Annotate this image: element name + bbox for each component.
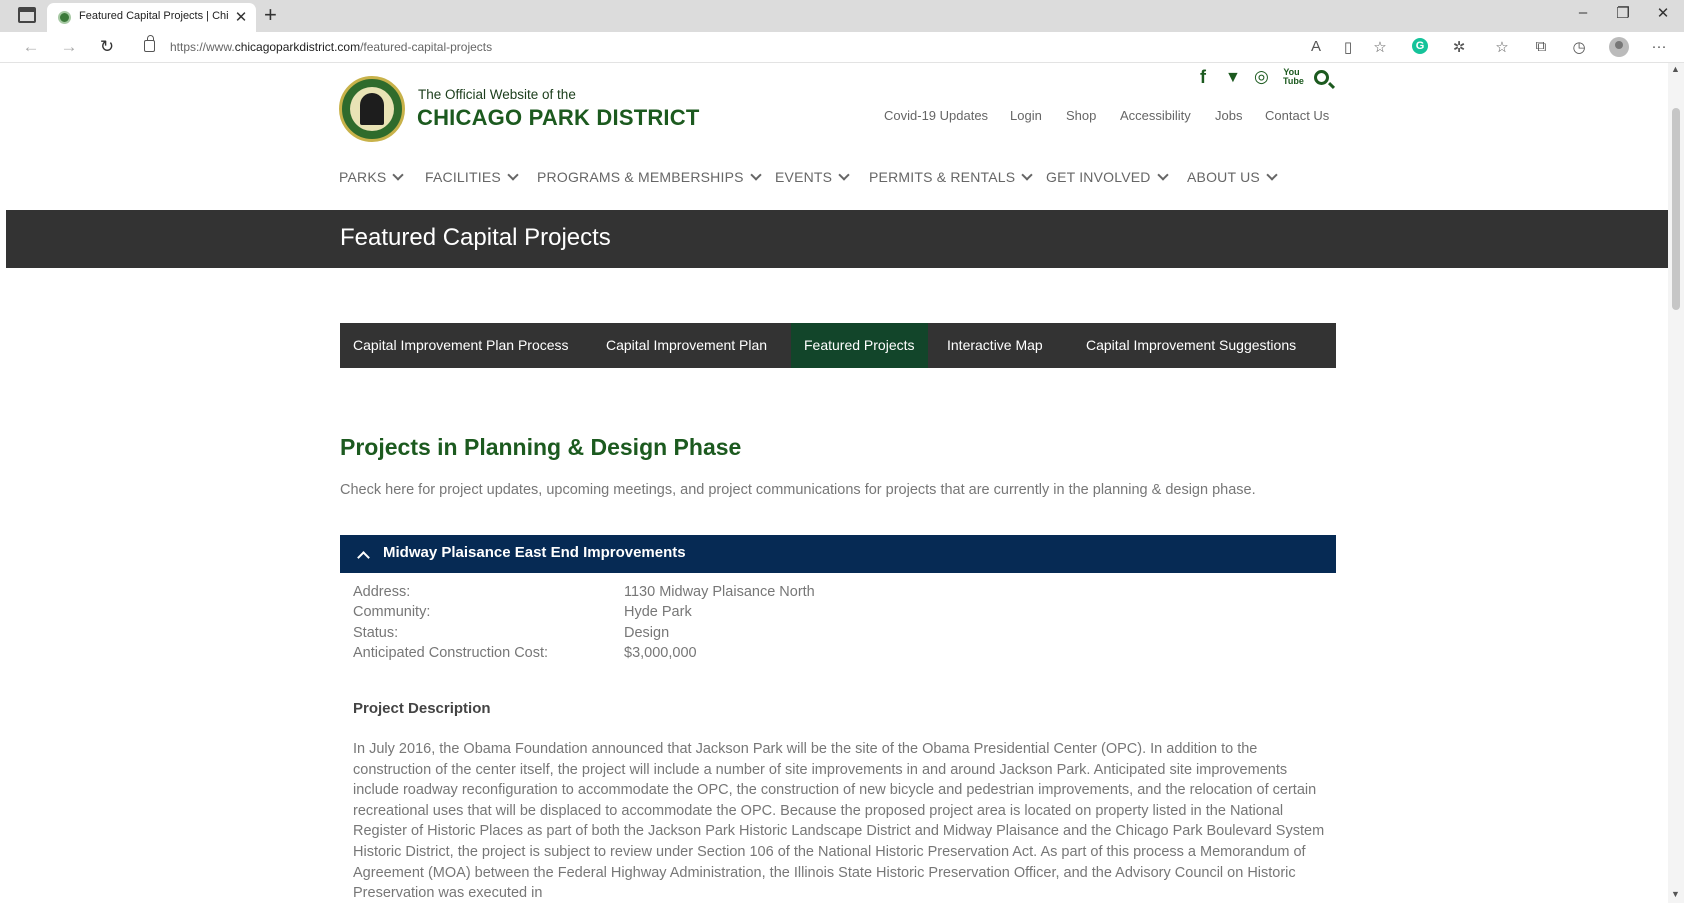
address-label: Address: bbox=[353, 584, 411, 600]
status-value: Design bbox=[624, 625, 670, 641]
project-description-heading: Project Description bbox=[353, 700, 491, 717]
new-tab-button[interactable]: + bbox=[264, 2, 277, 28]
nav-label: PARKS bbox=[339, 169, 387, 185]
link-login[interactable]: Login bbox=[1010, 108, 1042, 123]
nav-about-us[interactable]: ABOUT US bbox=[1187, 169, 1278, 185]
site-subtitle: The Official Website of the bbox=[418, 87, 576, 102]
subnav-cip-process[interactable]: Capital Improvement Plan Process bbox=[340, 323, 582, 368]
forward-icon[interactable]: → bbox=[58, 37, 80, 57]
chicago-park-district-logo[interactable] bbox=[339, 76, 405, 142]
subnav-cip-suggestions[interactable]: Capital Improvement Suggestions bbox=[1073, 323, 1309, 368]
refresh-icon[interactable]: ↻ bbox=[96, 37, 118, 57]
subnav-interactive-map[interactable]: Interactive Map bbox=[934, 323, 1056, 368]
instagram-icon[interactable]: ◎ bbox=[1254, 67, 1269, 87]
facebook-icon[interactable]: f bbox=[1200, 67, 1206, 88]
tab-actions-icon[interactable] bbox=[18, 7, 36, 23]
nav-label: GET INVOLVED bbox=[1046, 169, 1151, 185]
nav-label: ABOUT US bbox=[1187, 169, 1260, 185]
back-icon[interactable]: ← bbox=[20, 37, 42, 57]
project-description: In July 2016, the Obama Foundation annou… bbox=[353, 741, 1325, 902]
nav-get-involved[interactable]: GET INVOLVED bbox=[1046, 169, 1169, 185]
nav-label: PROGRAMS & MEMBERSHIPS bbox=[537, 169, 744, 185]
twitter-icon[interactable]: ▼ bbox=[1225, 69, 1241, 87]
link-jobs[interactable]: Jobs bbox=[1215, 108, 1242, 123]
cost-value: $3,000,000 bbox=[624, 645, 697, 661]
community-value: Hyde Park bbox=[624, 604, 692, 620]
grammarly-icon[interactable]: G bbox=[1412, 38, 1428, 54]
subnav-featured-projects[interactable]: Featured Projects bbox=[791, 323, 928, 368]
address-value: 1130 Midway Plaisance North bbox=[624, 584, 815, 600]
browser-toolbar: ← → ↻ https://www.chicagoparkdistrict.co… bbox=[0, 32, 1684, 63]
capital-projects-subnav: Capital Improvement Plan Process Capital… bbox=[340, 323, 1336, 368]
chevron-down-icon bbox=[1266, 169, 1278, 181]
collections-icon[interactable]: ⧉ bbox=[1530, 38, 1552, 55]
close-window-button[interactable]: ✕ bbox=[1651, 4, 1675, 22]
nav-parks[interactable]: PARKS bbox=[339, 169, 405, 185]
tab-title: Featured Capital Projects | Chicago Park… bbox=[79, 10, 229, 22]
link-contact-us[interactable]: Contact Us bbox=[1265, 108, 1329, 123]
browser-tab-strip: Featured Capital Projects | Chicago Park… bbox=[0, 0, 1684, 32]
read-aloud-icon[interactable]: A bbox=[1305, 38, 1327, 55]
scrollbar-thumb[interactable] bbox=[1672, 108, 1680, 310]
minimize-button[interactable]: – bbox=[1571, 4, 1595, 21]
search-icon[interactable] bbox=[1314, 70, 1329, 85]
community-label: Community: bbox=[353, 604, 431, 620]
more-icon[interactable]: ··· bbox=[1648, 38, 1670, 55]
favorites-icon[interactable]: ☆ bbox=[1491, 38, 1513, 56]
chevron-down-icon bbox=[507, 169, 519, 181]
chevron-down-icon bbox=[838, 169, 850, 181]
link-shop[interactable]: Shop bbox=[1066, 108, 1096, 123]
link-covid-updates[interactable]: Covid-19 Updates bbox=[884, 108, 988, 123]
nav-events[interactable]: EVENTS bbox=[775, 169, 850, 185]
chevron-down-icon bbox=[1021, 169, 1033, 181]
immersive-reader-icon[interactable]: ▯ bbox=[1337, 38, 1359, 56]
scroll-down-icon[interactable]: ▼ bbox=[1671, 889, 1680, 899]
favorite-star-icon[interactable]: ☆ bbox=[1369, 38, 1391, 56]
nav-permits-rentals[interactable]: PERMITS & RENTALS bbox=[869, 169, 1033, 185]
url-field[interactable]: https://www.chicagoparkdistrict.com/feat… bbox=[170, 40, 492, 54]
subnav-cip[interactable]: Capital Improvement Plan bbox=[593, 323, 780, 368]
scroll-up-icon[interactable]: ▲ bbox=[1671, 64, 1680, 74]
extensions-icon[interactable]: ✲ bbox=[1448, 38, 1470, 56]
nav-label: FACILITIES bbox=[425, 169, 501, 185]
cost-label: Anticipated Construction Cost: bbox=[353, 645, 549, 661]
profile-icon[interactable] bbox=[1609, 37, 1629, 57]
browser-tab-active[interactable]: Featured Capital Projects | Chicago Park… bbox=[47, 3, 256, 32]
youtube-icon[interactable]: You Tube bbox=[1283, 68, 1304, 86]
page-banner bbox=[6, 210, 1668, 268]
chevron-down-icon bbox=[1156, 169, 1169, 181]
site-favicon-icon bbox=[58, 11, 71, 24]
nav-facilities[interactable]: FACILITIES bbox=[425, 169, 519, 185]
nav-label: PERMITS & RENTALS bbox=[869, 169, 1016, 185]
section-title: Projects in Planning & Design Phase bbox=[340, 434, 742, 460]
link-accessibility[interactable]: Accessibility bbox=[1120, 108, 1191, 123]
chevron-down-icon bbox=[392, 169, 405, 181]
tab-close-icon[interactable]: ✕ bbox=[233, 8, 249, 26]
page-title: Featured Capital Projects bbox=[340, 224, 611, 251]
site-name[interactable]: CHICAGO PARK DISTRICT bbox=[417, 105, 699, 131]
restore-button[interactable]: ❐ bbox=[1611, 4, 1635, 22]
nav-programs-memberships[interactable]: PROGRAMS & MEMBERSHIPS bbox=[537, 169, 762, 185]
chevron-down-icon bbox=[749, 169, 762, 181]
section-intro: Check here for project updates, upcoming… bbox=[340, 482, 1256, 498]
status-label: Status: bbox=[353, 625, 399, 641]
project-title[interactable]: Midway Plaisance East End Improvements bbox=[383, 544, 686, 561]
lock-icon[interactable] bbox=[144, 35, 155, 52]
history-icon[interactable]: ◷ bbox=[1568, 38, 1590, 56]
nav-label: EVENTS bbox=[775, 169, 833, 185]
